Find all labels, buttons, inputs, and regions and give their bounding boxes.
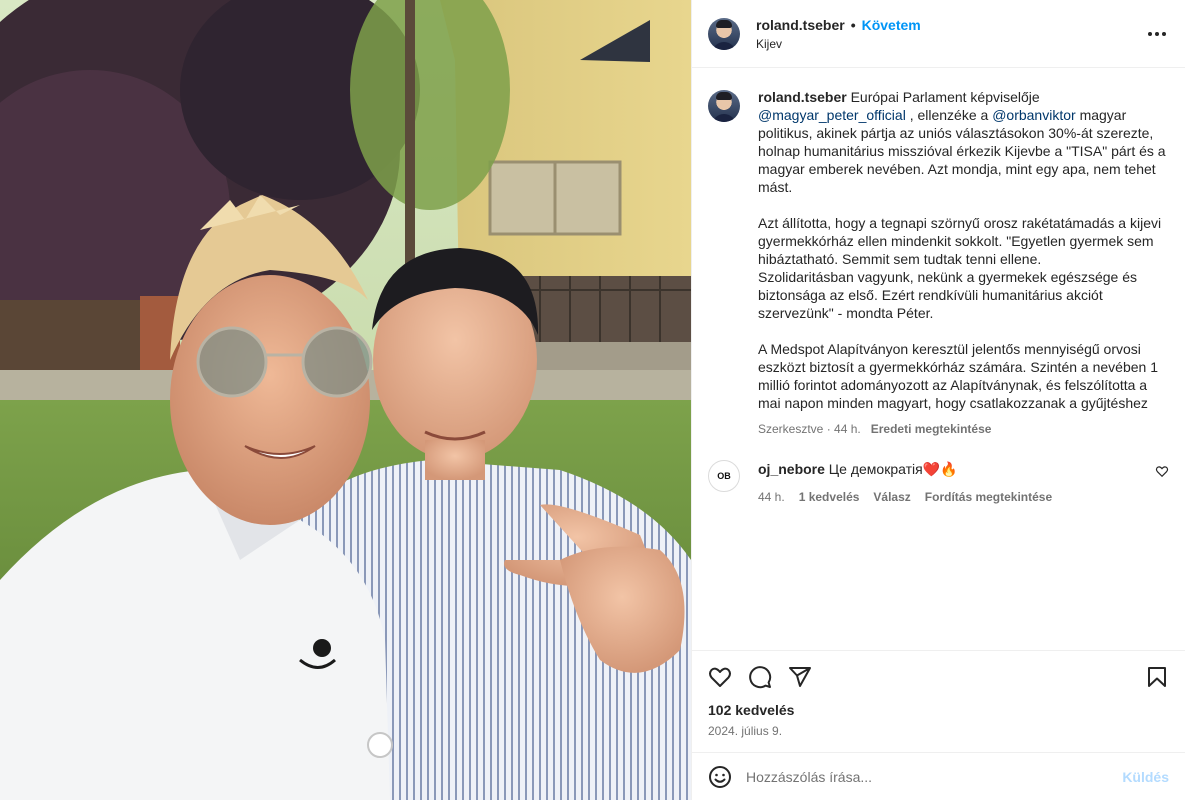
post-comment-button[interactable]: Küldés <box>1122 769 1169 785</box>
edited-label: Szerkesztve · 44 h. <box>758 422 861 436</box>
comment-emoji: ❤️🔥 <box>922 461 958 477</box>
comment-meta: 44 h. 1 kedvelés Válasz Fordítás megteki… <box>758 488 1155 506</box>
selfie-image <box>0 0 691 800</box>
author-avatar[interactable] <box>708 17 740 50</box>
commenter-avatar[interactable]: OB <box>708 460 740 492</box>
translate-button[interactable]: Fordítás megtekintése <box>925 488 1052 506</box>
post-photo[interactable] <box>0 0 691 800</box>
following-button[interactable]: Követem <box>862 17 921 33</box>
add-comment-bar: Küldés <box>692 752 1185 800</box>
emoji-icon[interactable] <box>708 765 732 789</box>
caption-meta: Szerkesztve · 44 h. Eredeti megtekintése <box>758 420 1169 438</box>
share-icon[interactable] <box>788 665 812 689</box>
post-header: roland.tseber • Követem Kijev <box>692 0 1185 68</box>
caption-username[interactable]: roland.tseber <box>758 89 847 105</box>
like-count[interactable]: 102 kedvelés <box>692 702 1185 718</box>
post-location[interactable]: Kijev <box>756 37 1145 51</box>
bookmark-icon[interactable] <box>1145 665 1169 689</box>
reply-button[interactable]: Válasz <box>873 488 910 506</box>
caption-paragraph-4: A Medspot Alapítványon keresztül jelentő… <box>758 341 1158 411</box>
more-horizontal-icon[interactable] <box>1145 22 1169 46</box>
post-actions-bar <box>692 650 1185 702</box>
post-side-panel: roland.tseber • Követem Kijev roland.tse… <box>691 0 1185 800</box>
comment-body: oj_nebore Це демократія❤️🔥 44 h. 1 kedve… <box>758 460 1155 506</box>
separator-dot: • <box>850 16 856 33</box>
comments-section[interactable]: roland.tseber Európai Parlament képvisel… <box>692 68 1185 650</box>
heart-icon[interactable] <box>708 665 732 689</box>
comment-icon[interactable] <box>748 665 772 689</box>
comment-input[interactable] <box>746 768 1123 785</box>
post-date[interactable]: 2024. július 9. <box>692 724 1185 738</box>
mention-magyar-peter[interactable]: @magyar_peter_official <box>758 107 906 123</box>
author-username[interactable]: roland.tseber <box>756 17 845 33</box>
post-caption: roland.tseber Európai Parlament képvisel… <box>708 88 1169 438</box>
caption-body: roland.tseber Európai Parlament képvisel… <box>758 88 1169 438</box>
comment-time[interactable]: 44 h. <box>758 488 785 506</box>
comment-likes[interactable]: 1 kedvelés <box>799 488 860 506</box>
comment-item: OB oj_nebore Це демократія❤️🔥 44 h. 1 ke… <box>708 460 1169 506</box>
commenter-username[interactable]: oj_nebore <box>758 461 825 477</box>
comment-like-heart-icon[interactable] <box>1155 464 1169 478</box>
caption-paragraph-3: Szolidaritásban vagyunk, nekünk a gyerme… <box>758 269 1137 321</box>
caption-text-1: Európai Parlament képviselője <box>850 89 1040 105</box>
author-info: roland.tseber • Követem Kijev <box>756 17 1145 51</box>
mention-orbanviktor[interactable]: @orbanviktor <box>992 107 1075 123</box>
comment-text: Це демократія <box>828 461 923 477</box>
caption-paragraph-2: Azt állította, hogy a tegnapi szörnyű or… <box>758 215 1162 267</box>
caption-author-avatar[interactable] <box>708 90 740 122</box>
see-original-button[interactable]: Eredeti megtekintése <box>871 420 992 438</box>
caption-text-2: , ellenzéke a <box>909 107 989 123</box>
